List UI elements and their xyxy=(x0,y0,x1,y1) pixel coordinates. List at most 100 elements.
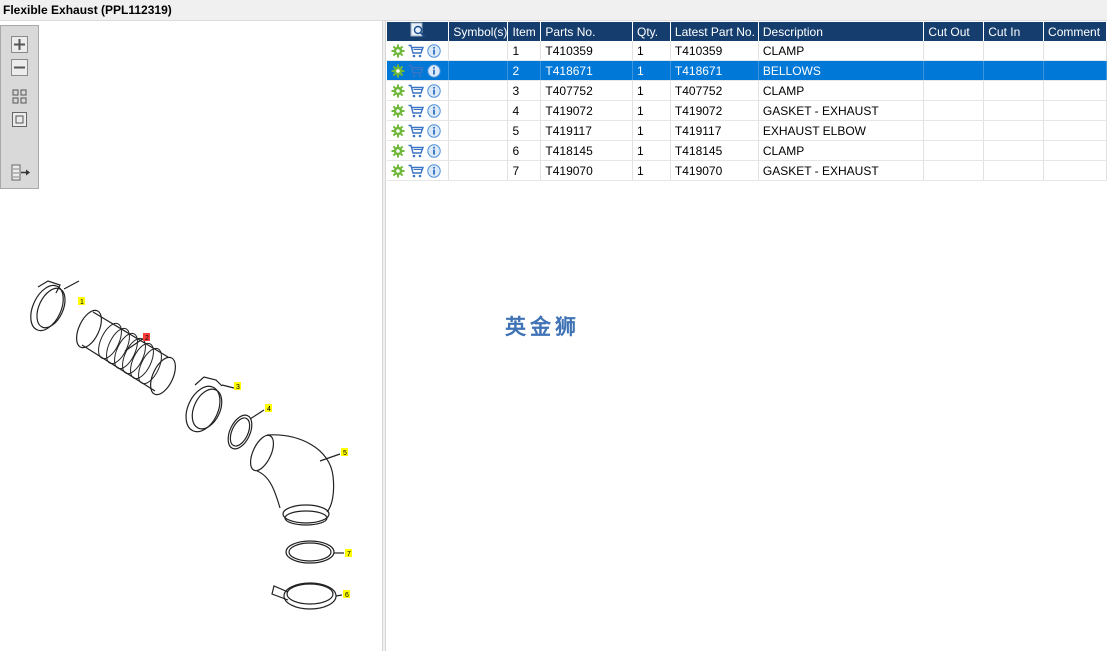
symbols-cell[interactable] xyxy=(448,60,509,81)
comment-cell[interactable] xyxy=(1043,60,1107,81)
table-row[interactable]: 2 T418671 1 T418671 BELLOWS xyxy=(387,60,1107,81)
cut-out-cell[interactable] xyxy=(923,160,985,181)
cut-out-cell[interactable] xyxy=(923,41,985,61)
item-cell[interactable]: 4 xyxy=(507,100,542,121)
comment-cell[interactable] xyxy=(1043,140,1107,161)
table-row[interactable]: 4 T419072 1 T419072 GASKET - EXHAUST xyxy=(387,100,1107,121)
item-cell[interactable]: 1 xyxy=(507,41,542,61)
column-header-cut-in[interactable]: Cut In xyxy=(983,22,1045,41)
info-icon[interactable] xyxy=(427,143,441,158)
comment-cell[interactable] xyxy=(1043,80,1107,101)
latest-part-no-cell[interactable]: T419117 xyxy=(670,120,759,141)
cart-icon[interactable] xyxy=(408,84,424,98)
table-row[interactable]: 5 T419117 1 T419117 EXHAUST ELBOW xyxy=(387,120,1107,141)
description-cell[interactable]: BELLOWS xyxy=(758,60,925,81)
gear-icon[interactable] xyxy=(391,64,405,78)
cut-out-cell[interactable] xyxy=(923,140,985,161)
part-no-cell[interactable]: T418671 xyxy=(540,60,634,81)
info-icon[interactable] xyxy=(427,123,441,138)
item-cell[interactable]: 3 xyxy=(507,80,542,101)
cut-out-cell[interactable] xyxy=(923,80,985,101)
info-icon[interactable] xyxy=(427,103,441,118)
column-header-item[interactable]: Item xyxy=(507,22,542,41)
column-header-latest-part-no[interactable]: Latest Part No. xyxy=(670,22,759,41)
part-no-cell[interactable]: T418145 xyxy=(540,140,634,161)
part-no-cell[interactable]: T419072 xyxy=(540,100,634,121)
gear-icon[interactable] xyxy=(391,124,405,138)
symbols-cell[interactable] xyxy=(448,140,509,161)
symbols-cell[interactable] xyxy=(448,80,509,101)
part-no-cell[interactable]: T407752 xyxy=(540,80,634,101)
qty-cell[interactable]: 1 xyxy=(632,140,671,161)
part-no-cell[interactable]: T410359 xyxy=(540,41,634,61)
item-cell[interactable]: 2 xyxy=(507,60,542,81)
cut-in-cell[interactable] xyxy=(983,80,1045,101)
cart-icon[interactable] xyxy=(408,164,424,178)
comment-cell[interactable] xyxy=(1043,160,1107,181)
table-row[interactable]: 6 T418145 1 T418145 CLAMP xyxy=(387,140,1107,161)
cut-in-cell[interactable] xyxy=(983,140,1045,161)
column-header-description[interactable]: Description xyxy=(758,22,925,41)
cart-icon[interactable] xyxy=(408,104,424,118)
cut-out-cell[interactable] xyxy=(923,100,985,121)
latest-part-no-cell[interactable]: T418671 xyxy=(670,60,759,81)
item-cell[interactable]: 6 xyxy=(507,140,542,161)
latest-part-no-cell[interactable]: T419070 xyxy=(670,160,759,181)
latest-part-no-cell[interactable]: T407752 xyxy=(670,80,759,101)
comment-cell[interactable] xyxy=(1043,100,1107,121)
description-cell[interactable]: CLAMP xyxy=(758,80,925,101)
cut-in-cell[interactable] xyxy=(983,41,1045,61)
part-no-cell[interactable]: T419117 xyxy=(540,120,634,141)
gear-icon[interactable] xyxy=(391,144,405,158)
column-header-comment[interactable]: Comment xyxy=(1043,22,1107,41)
description-cell[interactable]: EXHAUST ELBOW xyxy=(758,120,925,141)
symbols-cell[interactable] xyxy=(448,41,509,61)
qty-cell[interactable]: 1 xyxy=(632,80,671,101)
description-cell[interactable]: CLAMP xyxy=(758,140,925,161)
cut-in-cell[interactable] xyxy=(983,120,1045,141)
comment-cell[interactable] xyxy=(1043,41,1107,61)
table-row[interactable]: 3 T407752 1 T407752 CLAMP xyxy=(387,80,1107,101)
description-cell[interactable]: GASKET - EXHAUST xyxy=(758,100,925,121)
qty-cell[interactable]: 1 xyxy=(632,100,671,121)
gear-icon[interactable] xyxy=(391,164,405,178)
cart-icon[interactable] xyxy=(408,144,424,158)
part-no-cell[interactable]: T419070 xyxy=(540,160,634,181)
column-header-actions[interactable] xyxy=(387,22,450,41)
cut-in-cell[interactable] xyxy=(983,100,1045,121)
qty-cell[interactable]: 1 xyxy=(632,60,671,81)
table-row[interactable]: 1 T410359 1 T410359 CLAMP xyxy=(387,41,1107,61)
cut-in-cell[interactable] xyxy=(983,60,1045,81)
info-icon[interactable] xyxy=(427,163,441,178)
diagram-pane[interactable]: 1 2 3 4 5 6 7 xyxy=(0,21,382,651)
symbols-cell[interactable] xyxy=(448,120,509,141)
item-cell[interactable]: 7 xyxy=(507,160,542,181)
latest-part-no-cell[interactable]: T418145 xyxy=(670,140,759,161)
cart-icon[interactable] xyxy=(408,124,424,138)
cut-out-cell[interactable] xyxy=(923,120,985,141)
gear-icon[interactable] xyxy=(391,84,405,98)
item-cell[interactable]: 5 xyxy=(507,120,542,141)
column-header-cut-out[interactable]: Cut Out xyxy=(923,22,985,41)
cut-in-cell[interactable] xyxy=(983,160,1045,181)
cart-icon[interactable] xyxy=(408,64,424,78)
gear-icon[interactable] xyxy=(391,104,405,118)
info-icon[interactable] xyxy=(427,43,441,58)
column-header-symbols[interactable]: Symbol(s) xyxy=(448,22,509,41)
latest-part-no-cell[interactable]: T410359 xyxy=(670,41,759,61)
description-cell[interactable]: GASKET - EXHAUST xyxy=(758,160,925,181)
latest-part-no-cell[interactable]: T419072 xyxy=(670,100,759,121)
column-header-qty[interactable]: Qty. xyxy=(632,22,671,41)
search-parts-icon[interactable] xyxy=(410,22,426,38)
cut-out-cell[interactable] xyxy=(923,60,985,81)
info-icon[interactable] xyxy=(427,83,441,98)
column-header-parts-no[interactable]: Parts No. xyxy=(540,22,634,41)
symbols-cell[interactable] xyxy=(448,100,509,121)
gear-icon[interactable] xyxy=(391,44,405,58)
qty-cell[interactable]: 1 xyxy=(632,160,671,181)
qty-cell[interactable]: 1 xyxy=(632,120,671,141)
info-icon[interactable] xyxy=(427,63,441,78)
cart-icon[interactable] xyxy=(408,44,424,58)
comment-cell[interactable] xyxy=(1043,120,1107,141)
description-cell[interactable]: CLAMP xyxy=(758,41,925,61)
